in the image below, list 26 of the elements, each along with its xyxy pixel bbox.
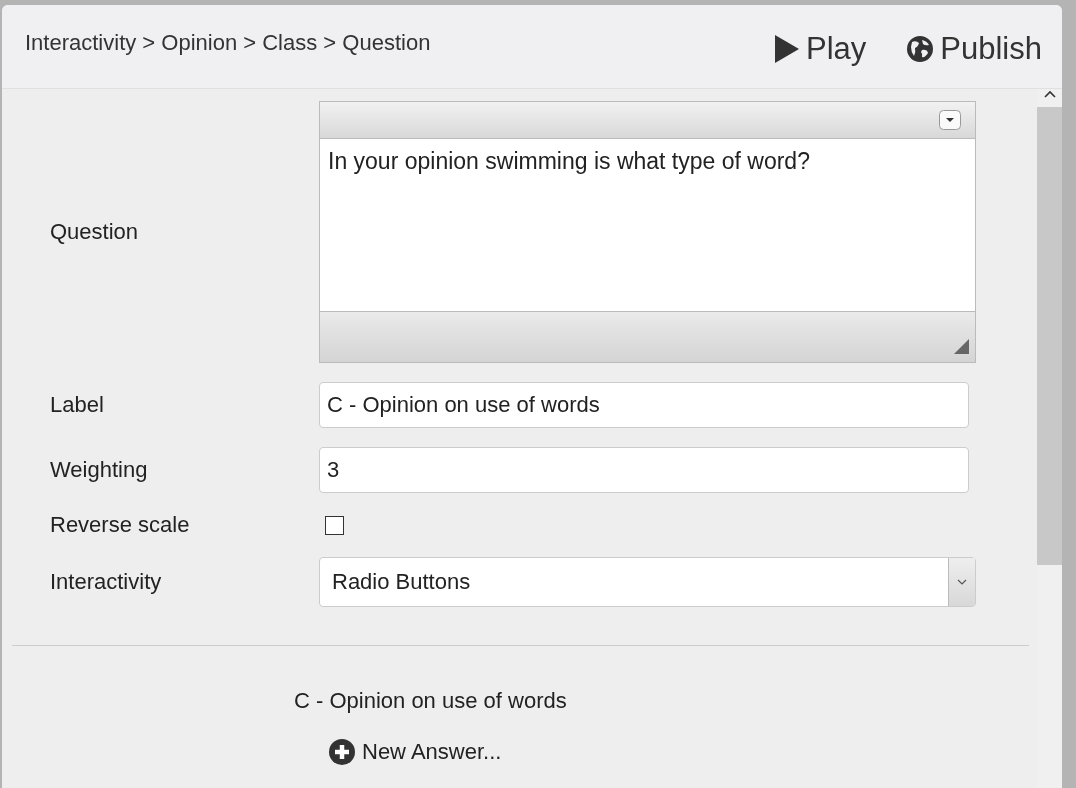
field-label: Interactivity [49,569,163,595]
scrollbar-thumb[interactable] [1037,107,1062,565]
editor-text: In your opinion swimming is what type of word? [327,147,811,176]
field-label: Label [49,392,105,418]
resize-handle-icon [954,339,969,354]
chevron-up-icon [1042,89,1057,99]
plus-circle-icon [328,738,356,766]
section-title: C - Opinion on use of words [294,688,568,714]
dropdown-icon[interactable] [939,110,961,130]
checkbox[interactable] [325,515,344,535]
rich-text-editor[interactable]: In your opinion swimming is what type of word? [319,101,976,363]
play-button[interactable]: Play [774,31,867,67]
breadcrumb: Interactivity > Opinion > Class > Question [25,30,432,56]
globe-icon [906,35,935,63]
text-field[interactable]: 3 [319,447,969,493]
field-label: Weighting [49,457,149,483]
field-label: Reverse scale [49,512,191,538]
text-field[interactable]: C - Opinion on use of words [319,382,969,428]
dropdown-button[interactable] [948,558,975,606]
select-value: Radio Buttons [331,569,472,595]
field-label: Question [49,219,140,245]
new-answer-button[interactable]: New Answer... [328,738,502,766]
publish-button[interactable]: Publish [906,31,1042,67]
dropdown-select[interactable]: Radio Buttons [319,557,976,607]
chevron-down-icon [957,579,967,585]
play-icon [774,34,800,64]
